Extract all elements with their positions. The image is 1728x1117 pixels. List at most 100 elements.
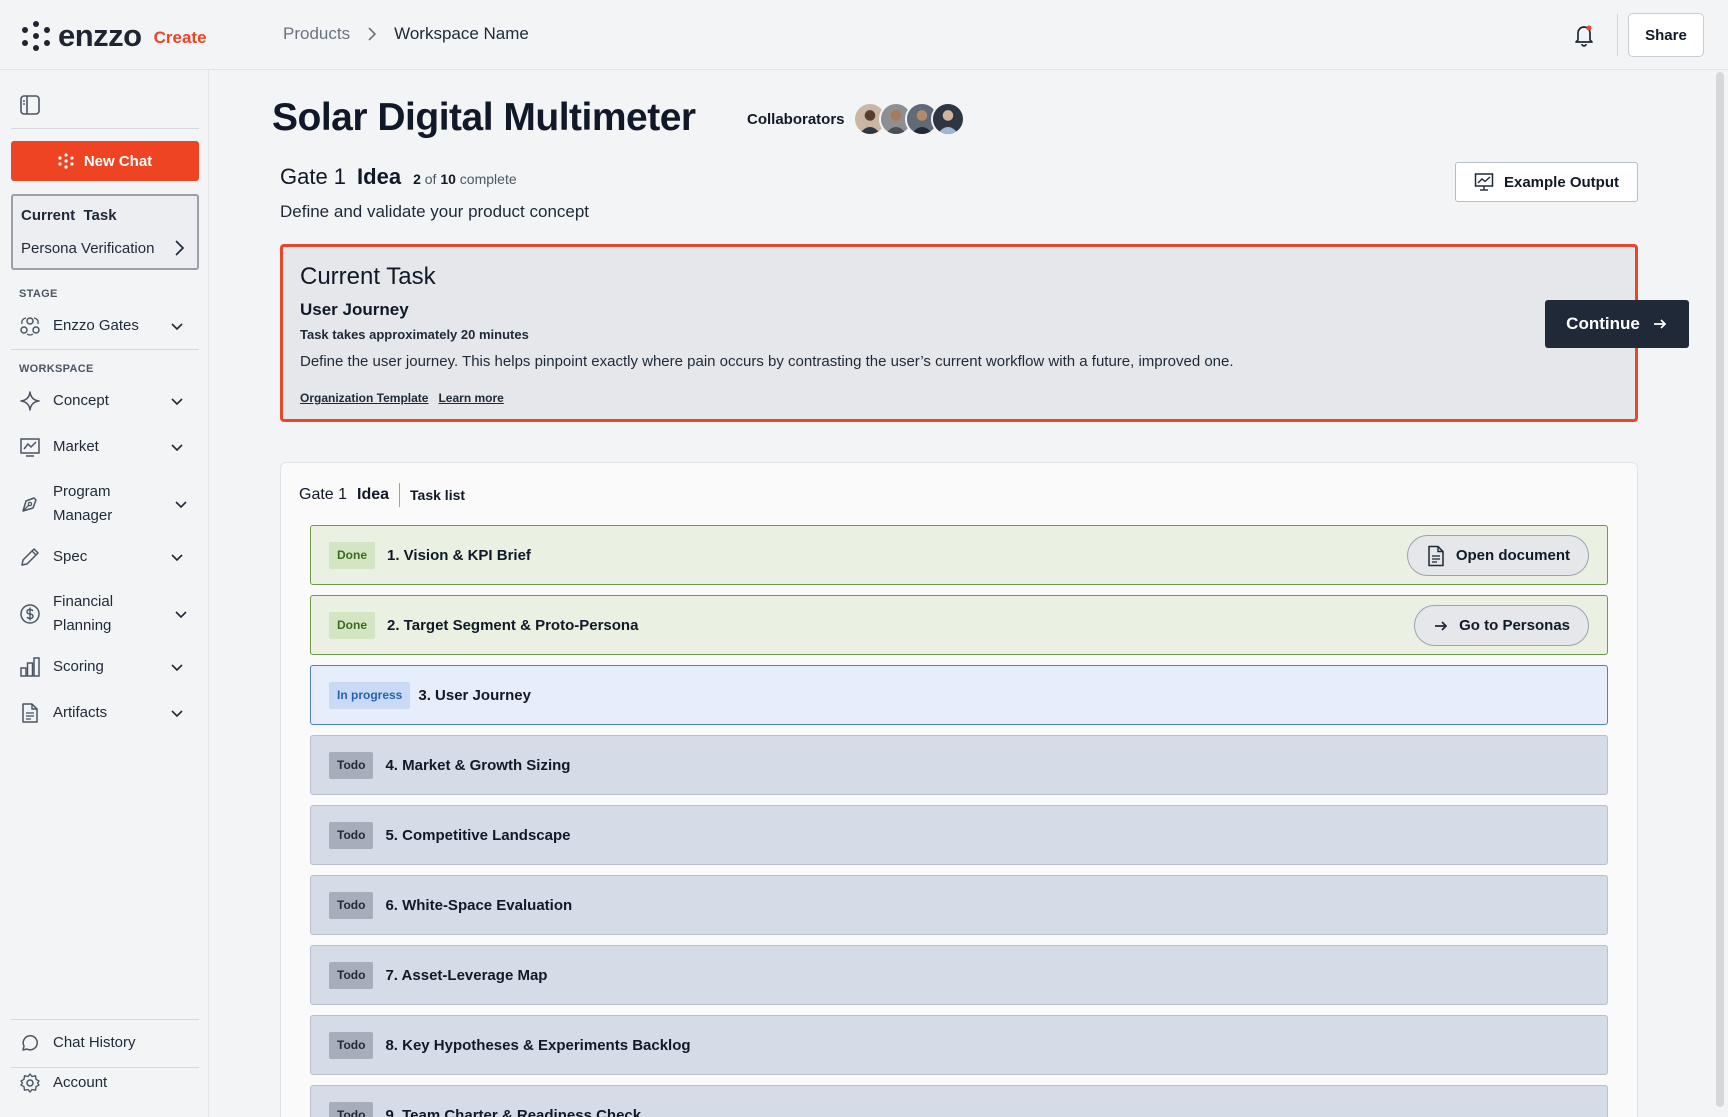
sidebar-toggle-icon[interactable] [19, 94, 41, 116]
continue-button[interactable]: Continue [1545, 300, 1689, 348]
open-document-label: Open document [1455, 547, 1570, 564]
share-button[interactable]: Share [1628, 13, 1704, 57]
chevron-down-icon [175, 611, 187, 619]
breadcrumb-workspace[interactable]: Workspace Name [394, 24, 529, 44]
avatar[interactable] [931, 102, 965, 136]
learn-more-link[interactable]: Learn more [438, 391, 503, 405]
new-chat-label: New Chat [83, 152, 153, 170]
task-row[interactable]: Todo 8. Key Hypotheses & Experiments Bac… [310, 1015, 1608, 1075]
presentation-chart-icon [1474, 173, 1494, 191]
sidebar-divider [11, 349, 199, 350]
sidebar-current-task-title: Current Task [21, 207, 117, 224]
gates-icon [20, 317, 40, 336]
current-task-duration: Task takes approximately 20 minutes [300, 327, 529, 342]
open-document-button[interactable]: Open document [1406, 535, 1589, 576]
chevron-down-icon [171, 398, 183, 406]
brand-name: enzzo [58, 18, 142, 53]
task-list-card: Gate 1 Idea Task list Done 1. Vision & K… [280, 462, 1638, 1117]
task-list-title: Task list [410, 487, 466, 503]
current-task-card: Current Task User Journey Task takes app… [280, 244, 1689, 422]
sidebar-item-scoring[interactable]: Scoring [19, 655, 189, 679]
status-badge: Done [329, 541, 375, 569]
sidebar-item-account[interactable]: Account [19, 1071, 189, 1095]
task-row[interactable]: Todo 4. Market & Growth Sizing [310, 735, 1608, 795]
current-task-description: Define the user journey. This helps pinp… [300, 353, 1234, 370]
task-row[interactable]: Done 1. Vision & KPI Brief Open document [310, 525, 1608, 585]
collaborator-avatars[interactable] [853, 102, 965, 136]
sparkle-icon [20, 391, 40, 411]
current-task-heading: Current Task [300, 263, 436, 290]
collaborators-label: Collaborators [747, 111, 845, 128]
gate-progress-suffix: complete [455, 171, 517, 187]
sidebar-item-label: Spec [53, 548, 88, 565]
chevron-down-icon [175, 501, 187, 509]
status-badge: Done [329, 611, 375, 639]
page-title: Solar Digital Multimeter [272, 96, 696, 139]
chart-icon [20, 438, 40, 457]
top-bar: enzzo Create Products Workspace Name Sha… [0, 0, 1728, 70]
task-row[interactable]: Done 2. Target Segment & Proto-Persona G… [310, 595, 1608, 655]
task-label: 7. Asset-Leverage Map [385, 966, 548, 984]
organization-template-link[interactable]: Organization Template [300, 391, 428, 405]
logo[interactable]: enzzo Create [22, 19, 207, 53]
chevron-down-icon [171, 323, 183, 331]
sidebar-item-label: Chat History [53, 1034, 136, 1051]
chevron-down-icon [171, 710, 183, 718]
task-label: 5. Competitive Landscape [385, 826, 571, 844]
bar-chart-icon [20, 657, 40, 677]
sidebar-divider [11, 128, 199, 129]
chevron-down-icon [171, 664, 183, 672]
task-label: 2. Target Segment & Proto-Persona [387, 616, 639, 634]
enzzo-dots-icon [58, 153, 74, 169]
sidebar-item-label: Market [53, 438, 99, 455]
bell-icon[interactable] [1572, 22, 1596, 48]
task-list-header: Gate 1 Idea Task list [299, 483, 465, 507]
arrow-right-icon [1653, 319, 1667, 329]
gate-total-count: 10 [440, 171, 456, 187]
go-to-personas-label: Go to Personas [1459, 617, 1570, 634]
sidebar-item-label: Artifacts [53, 704, 108, 721]
task-label: 3. User Journey [418, 686, 531, 704]
task-label: 8. Key Hypotheses & Experiments Backlog [385, 1036, 691, 1054]
sidebar-item-financial-planning[interactable]: Financial Planning [19, 590, 189, 638]
current-task-links: Organization Template Learn more [300, 391, 514, 405]
task-row[interactable]: Todo 9. Team Charter & Readiness Check [310, 1085, 1608, 1117]
gate-number: Gate 1 [280, 164, 347, 189]
breadcrumb-products[interactable]: Products [283, 24, 350, 44]
sidebar-item-enzzo-gates[interactable]: Enzzo Gates [19, 314, 189, 338]
main-scrollbar[interactable] [1716, 72, 1724, 1107]
status-badge: Todo [329, 1031, 374, 1059]
chevron-down-icon [171, 554, 183, 562]
sidebar-item-spec[interactable]: Spec [19, 545, 189, 569]
sidebar-item-concept[interactable]: Concept [19, 389, 189, 413]
new-chat-button[interactable]: New Chat [11, 141, 199, 181]
sidebar-divider [11, 1067, 199, 1068]
sidebar-item-program-manager[interactable]: Program Manager [19, 480, 189, 528]
document-icon [1428, 545, 1444, 566]
status-badge: Todo [329, 891, 374, 919]
task-row[interactable]: In progress 3. User Journey [310, 665, 1608, 725]
status-badge: Todo [329, 751, 374, 779]
sidebar-item-label: Account [53, 1074, 108, 1091]
sidebar-divider [11, 1019, 199, 1020]
gate-progress: 2 of 10 complete [413, 171, 517, 187]
sidebar-item-artifacts[interactable]: Artifacts [19, 701, 189, 725]
breadcrumb: Products Workspace Name [283, 24, 529, 44]
gate-progress-mid: of [420, 171, 441, 187]
status-badge: Todo [329, 961, 374, 989]
task-row[interactable]: Todo 6. White-Space Evaluation [310, 875, 1608, 935]
task-row[interactable]: Todo 7. Asset-Leverage Map [310, 945, 1608, 1005]
continue-label: Continue [1566, 314, 1640, 333]
sidebar-current-task-name: Persona Verification [21, 240, 155, 257]
task-label: 9. Team Charter & Readiness Check [385, 1106, 642, 1117]
task-row[interactable]: Todo 5. Competitive Landscape [310, 805, 1608, 865]
enzzo-logo-icon [22, 21, 50, 51]
sidebar-item-chat-history[interactable]: Chat History [19, 1031, 189, 1055]
sidebar: New Chat Current Task Persona Verificati… [0, 70, 209, 1117]
go-to-personas-button[interactable]: Go to Personas [1414, 605, 1589, 646]
example-output-label: Example Output [1503, 173, 1619, 191]
example-output-button[interactable]: Example Output [1455, 162, 1638, 202]
sidebar-item-market[interactable]: Market [19, 435, 189, 459]
sidebar-current-task[interactable]: Current Task Persona Verification [11, 194, 199, 270]
workspace-label: WORKSPACE [19, 363, 94, 375]
